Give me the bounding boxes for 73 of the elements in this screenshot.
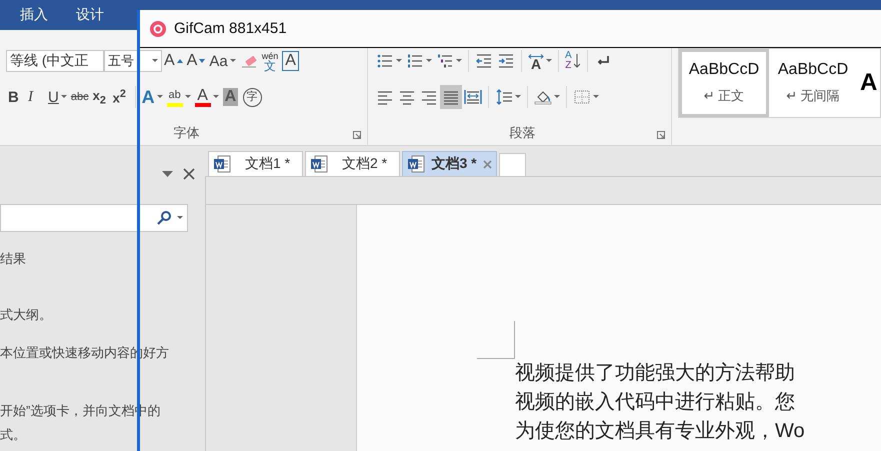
arrow-down-icon xyxy=(574,54,580,68)
document-tab[interactable]: 文档1 * xyxy=(208,151,303,176)
ribbon-button[interactable]: B xyxy=(6,85,26,109)
ribbon-button[interactable] xyxy=(440,85,462,109)
ribbon-button[interactable]: I xyxy=(26,85,46,109)
dialog-launcher-icon[interactable] xyxy=(353,131,361,139)
shading-bucket-icon xyxy=(534,89,552,105)
style-item[interactable]: A xyxy=(857,49,880,117)
dropdown-caret-icon xyxy=(177,216,183,220)
ribbon-button[interactable]: A xyxy=(162,49,185,73)
ribbon-button[interactable]: A Z xyxy=(563,49,583,73)
ribbon-button[interactable]: A xyxy=(192,85,221,109)
document-icon xyxy=(310,155,328,173)
align-center-icon xyxy=(398,89,416,105)
close-icon[interactable] xyxy=(183,168,195,180)
result-text: 式大纲。 xyxy=(0,306,53,324)
search-field[interactable] xyxy=(0,204,188,232)
align-right-icon xyxy=(420,89,438,105)
ribbon-button[interactable]: wén 文 xyxy=(260,49,280,73)
line-spacing-icon xyxy=(495,89,513,105)
result-text: 结果 xyxy=(0,250,27,268)
style-item[interactable]: AaBbCcD ↵ 正文 xyxy=(679,49,769,117)
document-icon xyxy=(407,155,425,173)
eraser-icon xyxy=(240,53,258,69)
style-sample: A xyxy=(860,69,878,97)
double-arrow-icon xyxy=(528,54,544,58)
document-text: 视频的嵌入代码中进行粘贴。您 xyxy=(515,390,796,415)
style-name: ↵ 无间隔 xyxy=(786,87,840,105)
ribbon-button[interactable]: ab xyxy=(164,85,193,109)
pane-menu-icon[interactable] xyxy=(162,170,173,178)
camera-logo-icon xyxy=(150,20,166,36)
search-icon xyxy=(157,211,171,225)
font-size-field[interactable]: 五号 xyxy=(104,50,162,72)
ribbon-button[interactable]: abc xyxy=(68,85,91,109)
ribbon-tab[interactable]: 设计 xyxy=(76,6,104,24)
ribbon-button[interactable]: Aa xyxy=(207,49,238,73)
style-name: ↵ 正文 xyxy=(704,87,744,105)
margin-corner-mark xyxy=(477,321,515,359)
style-sample: AaBbCcD xyxy=(778,61,848,79)
multilevel-list-icon xyxy=(436,53,454,69)
arrow-up-icon xyxy=(176,59,183,63)
ribbon-button[interactable]: A xyxy=(280,49,301,73)
document-tab[interactable]: 文档3 * xyxy=(402,151,497,176)
ribbon-button[interactable]: A xyxy=(140,85,165,109)
result-text: 式。 xyxy=(0,426,27,444)
dialog-launcher-icon[interactable] xyxy=(657,131,665,139)
ribbon-button[interactable]: A xyxy=(526,49,554,73)
justify-icon xyxy=(442,89,460,105)
document-tab[interactable]: 文档2 * xyxy=(305,151,400,176)
style-item[interactable]: AaBbCcD ↵ 无间隔 xyxy=(769,49,857,117)
dropdown-caret-icon xyxy=(152,59,158,63)
group-label: 段落 xyxy=(510,124,536,142)
ribbon-button[interactable]: A xyxy=(184,49,208,73)
ribbon-tab[interactable]: 插入 xyxy=(20,6,48,24)
document-text: 为使您的文档具有专业外观，Wo xyxy=(515,419,806,444)
increase-indent-icon xyxy=(497,53,515,69)
document-text: 视频提供了功能强大的方法帮助 xyxy=(515,361,796,386)
style-sample: AaBbCcD xyxy=(688,61,760,79)
window-title: GifCam 881x451 xyxy=(174,20,287,37)
ribbon-button[interactable]: 字 xyxy=(240,85,264,109)
ribbon-button[interactable]: x$_{2}$ xyxy=(90,85,111,109)
ribbon-button[interactable]: U xyxy=(46,85,69,109)
borders-icon xyxy=(573,89,591,105)
ribbon-button[interactable]: x$^{2}$ xyxy=(110,85,131,109)
numbered-list-icon xyxy=(406,53,424,69)
arrow-down-icon xyxy=(199,59,206,63)
distributed-align-icon xyxy=(464,89,482,105)
font-name-field[interactable]: 等线 (中文正 xyxy=(6,50,104,72)
decrease-indent-icon xyxy=(475,53,493,69)
group-label: 字体 xyxy=(174,124,200,142)
bullet-list-icon xyxy=(376,53,394,69)
align-left-icon xyxy=(376,89,394,105)
document-icon xyxy=(213,155,231,173)
